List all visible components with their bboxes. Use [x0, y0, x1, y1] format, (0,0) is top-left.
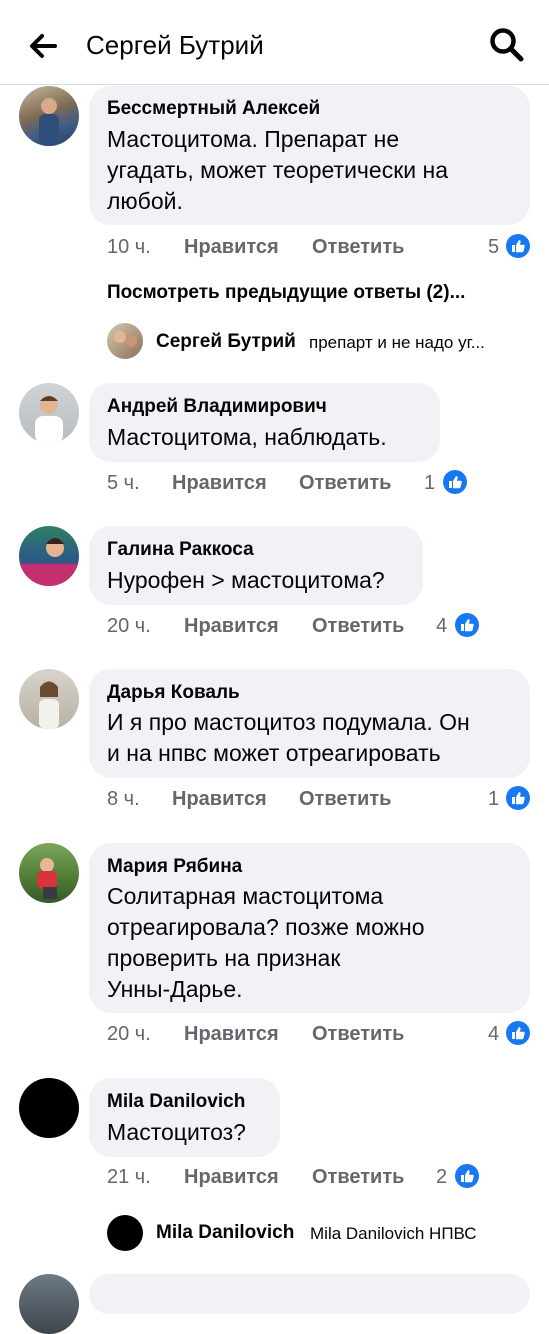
reply-button[interactable]: Ответить [312, 1023, 404, 1046]
like-reaction-icon [455, 613, 479, 637]
comment-text-line: Мастоцитоз? [107, 1119, 246, 1145]
like-reaction-icon [455, 1164, 479, 1188]
comment-time: 20 ч. [107, 615, 151, 637]
like-reaction-icon [506, 1021, 530, 1045]
comment-text-line: и на нпвс может отреагировать [107, 740, 441, 766]
comment-text-line: И я про мастоцитоз подумала. Он [107, 709, 470, 735]
like-button[interactable]: Нравится [184, 615, 279, 638]
comment-text-line: Солитарная мастоцитома [107, 883, 384, 909]
reply-avatar[interactable] [107, 323, 143, 359]
reaction-count[interactable]: 5 [488, 236, 499, 259]
like-reaction-icon [506, 786, 530, 810]
comment-text-line: Мастоцитома. Препарат не [107, 126, 400, 152]
reply-text: Mila Danilovich НПВС [310, 1224, 477, 1243]
comment-text-line: угадать, может теоретически на [107, 157, 448, 183]
avatar[interactable] [19, 1274, 79, 1334]
avatar[interactable] [19, 843, 79, 903]
like-reaction-icon [443, 470, 467, 494]
comment-time: 21 ч. [107, 1166, 151, 1188]
like-button[interactable]: Нравится [184, 236, 279, 259]
comment-text-line: Мастоцитома, наблюдать. [107, 424, 387, 450]
reply-text: препарт и не надо уг... [309, 333, 485, 352]
like-reaction-icon [506, 234, 530, 258]
comment-author[interactable]: Mila Danilovich [107, 1091, 245, 1113]
view-previous-replies[interactable]: Посмотреть предыдущие ответы (2)... [107, 282, 465, 304]
reaction-count[interactable]: 1 [488, 788, 499, 811]
comment-time: 5 ч. [107, 472, 140, 494]
comment-author[interactable]: Дарья Коваль [107, 682, 240, 704]
reply-button[interactable]: Ответить [299, 788, 391, 811]
comment-time: 10 ч. [107, 236, 151, 258]
search-icon[interactable] [488, 26, 526, 64]
comment-text-line: Унны-Дарье. [107, 976, 243, 1002]
like-button[interactable]: Нравится [172, 788, 267, 811]
reaction-count[interactable]: 2 [436, 1166, 447, 1189]
avatar[interactable] [19, 526, 79, 586]
comment-text-line: проверить на признак [107, 945, 341, 971]
reply-author[interactable]: Mila Danilovich [156, 1222, 294, 1244]
top-bar: Сергей Бутрий [0, 0, 549, 85]
like-button[interactable]: Нравится [184, 1166, 279, 1189]
comment-bubble [89, 1274, 530, 1314]
back-arrow-icon[interactable] [25, 28, 61, 64]
reply-button[interactable]: Ответить [299, 472, 391, 495]
comment-text-line: любой. [107, 188, 183, 214]
comment-author[interactable]: Андрей Владимирович [107, 396, 327, 418]
reaction-count[interactable]: 1 [424, 472, 435, 495]
reply-avatar[interactable] [107, 1215, 143, 1251]
reply-author[interactable]: Сергей Бутрий [156, 331, 296, 353]
comment-time: 8 ч. [107, 788, 140, 810]
comment-time: 20 ч. [107, 1023, 151, 1045]
avatar[interactable] [19, 669, 79, 729]
avatar[interactable] [19, 86, 79, 146]
comment-author[interactable]: Бессмертный Алексей [107, 98, 320, 120]
page-title: Сергей Бутрий [86, 30, 264, 60]
reaction-count[interactable]: 4 [488, 1023, 499, 1046]
comment-author[interactable]: Мария Рябина [107, 856, 242, 878]
reply-button[interactable]: Ответить [312, 1166, 404, 1189]
comment-text-line: Нурофен > мастоцитома? [107, 567, 385, 593]
like-button[interactable]: Нравится [172, 472, 267, 495]
reply-button[interactable]: Ответить [312, 615, 404, 638]
reaction-count[interactable]: 4 [436, 615, 447, 638]
avatar[interactable] [19, 383, 79, 443]
like-button[interactable]: Нравится [184, 1023, 279, 1046]
reply-button[interactable]: Ответить [312, 236, 404, 259]
avatar[interactable] [19, 1078, 79, 1138]
comment-text-line: отреагировала? позже можно [107, 914, 425, 940]
comment-author[interactable]: Галина Раккоса [107, 539, 254, 561]
